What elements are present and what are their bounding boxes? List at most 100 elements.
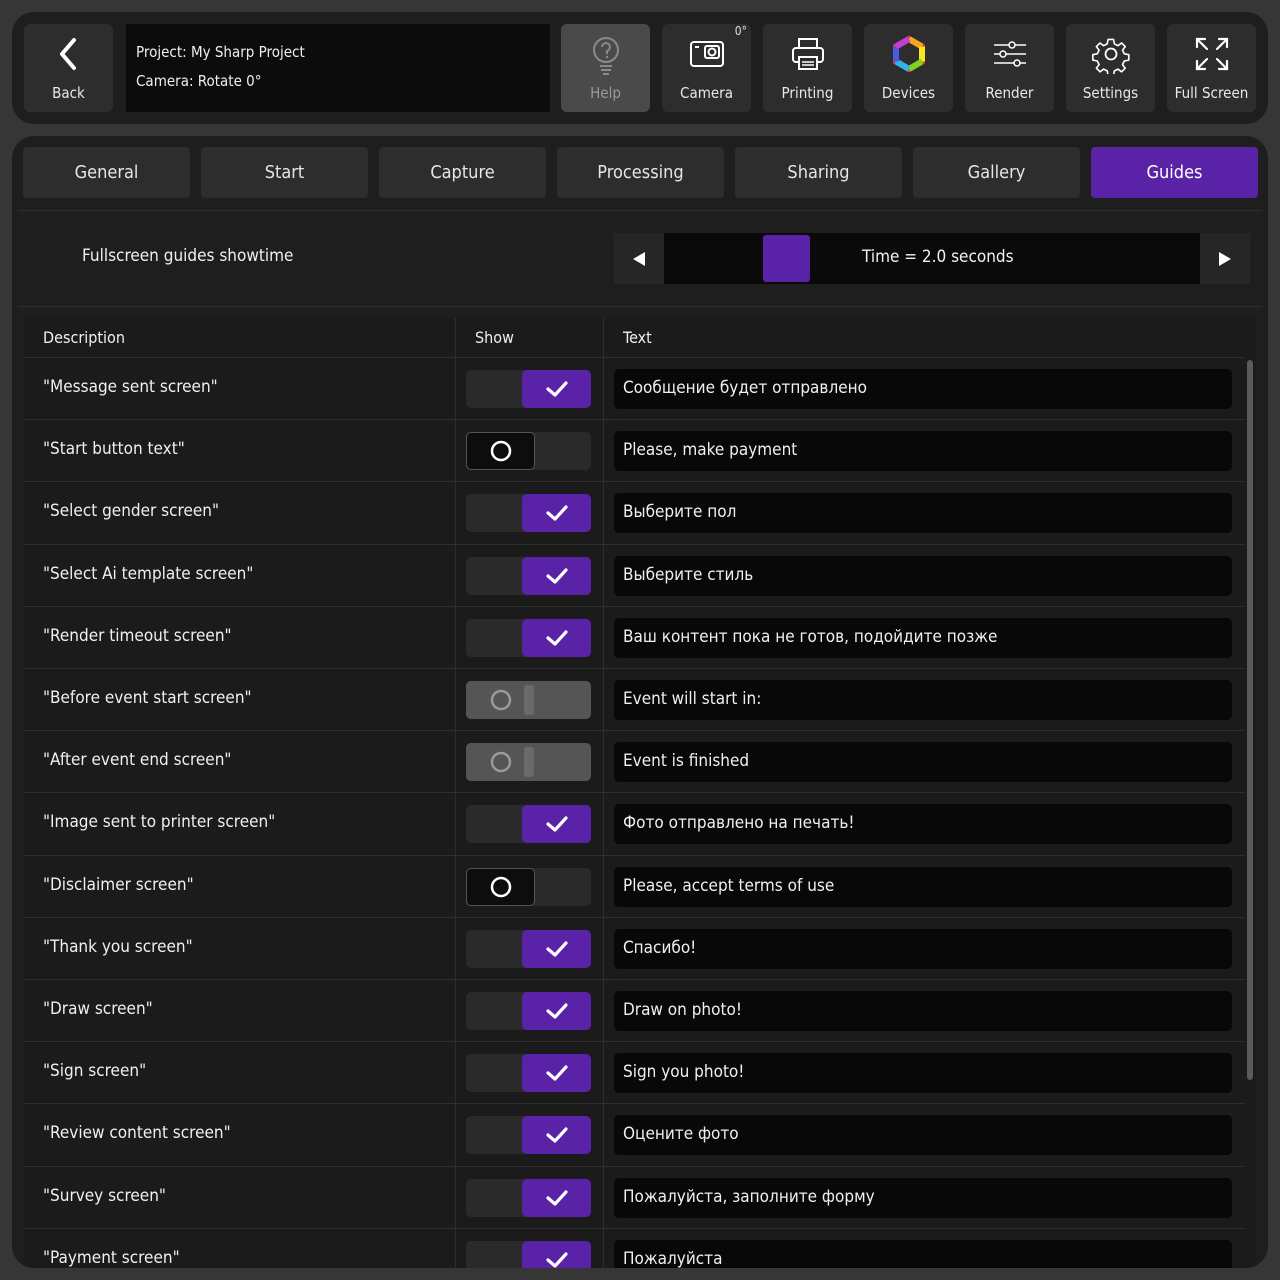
table-row: "Disclaimer screen" Please, accept terms … xyxy=(23,854,1245,917)
tab-capture[interactable]: Capture xyxy=(379,147,546,198)
printing-button[interactable]: Printing xyxy=(763,24,852,112)
show-toggle[interactable] xyxy=(466,992,591,1030)
row-description: "Message sent screen" xyxy=(43,377,218,397)
show-toggle[interactable] xyxy=(466,1240,591,1268)
show-toggle[interactable] xyxy=(466,929,591,968)
show-toggle[interactable] xyxy=(466,556,591,595)
table-row: "Draw screen" Draw on photo! xyxy=(23,979,1245,1041)
guide-text-input[interactable]: Фото отправлено на печать! xyxy=(614,804,1232,845)
checkmark-icon xyxy=(545,1065,568,1081)
tab-processing[interactable]: Processing xyxy=(557,147,724,198)
table-row: "Sign screen" Sign you photo! xyxy=(23,1041,1245,1103)
lightbulb-help-icon xyxy=(592,37,619,75)
guide-text-input[interactable]: Пожалуйста xyxy=(614,1239,1232,1268)
toggle-knob xyxy=(522,805,591,844)
guide-text-input[interactable]: Please, make payment xyxy=(614,431,1232,472)
gear-icon xyxy=(1091,38,1130,74)
guide-text-input[interactable]: Ваш контент пока не готов, подойдите поз… xyxy=(614,617,1232,658)
table-row: "Review content screen" Оцените фото xyxy=(23,1103,1245,1165)
printer-icon xyxy=(791,38,824,70)
show-toggle[interactable] xyxy=(466,867,591,906)
show-toggle[interactable] xyxy=(466,805,591,844)
project-name: Project: My Sharp Project xyxy=(136,43,305,61)
row-description: "Draw screen" xyxy=(43,999,153,1019)
guide-text-input[interactable]: Sign you photo! xyxy=(614,1053,1232,1094)
settings-label: Settings xyxy=(1082,84,1139,102)
sliders-icon xyxy=(993,41,1026,67)
table-row: "Survey screen" Пожалуйста, заполните фор… xyxy=(23,1165,1245,1228)
tab-general[interactable]: General xyxy=(23,147,190,198)
top-toolbar: Back Project: My Sharp Project Camera: R… xyxy=(12,12,1268,124)
row-description: "Before event start screen" xyxy=(43,688,252,708)
back-button[interactable]: Back xyxy=(24,24,113,112)
show-toggle[interactable] xyxy=(466,1178,591,1217)
circle-icon xyxy=(490,876,511,897)
render-button[interactable]: Render xyxy=(965,24,1054,112)
toggle-knob xyxy=(466,432,535,471)
tab-guides[interactable]: Guides xyxy=(1091,147,1258,198)
slider-thumb[interactable] xyxy=(763,235,810,282)
checkmark-icon xyxy=(545,1003,568,1019)
back-label: Back xyxy=(52,84,85,102)
help-button[interactable]: Help xyxy=(561,24,650,112)
show-toggle[interactable] xyxy=(466,494,591,533)
slider-decrease-button[interactable] xyxy=(614,233,664,284)
camera-rotation-badge: 0° xyxy=(734,24,747,38)
show-toggle[interactable] xyxy=(466,432,591,471)
row-description: "Select Ai template screen" xyxy=(43,563,254,584)
camera-label: Camera xyxy=(680,84,733,102)
tab-sharing[interactable]: Sharing xyxy=(735,147,902,198)
toggle-knob xyxy=(522,1054,591,1093)
settings-button[interactable]: Settings xyxy=(1066,24,1155,112)
guide-text-input[interactable]: Выберите стиль xyxy=(614,555,1232,596)
guide-text-input[interactable]: Draw on photo! xyxy=(614,991,1232,1031)
table-row: "Start button text" Please, make payment xyxy=(23,419,1245,481)
showtime-slider[interactable]: Time = 2.0 seconds xyxy=(614,233,1250,284)
show-toggle[interactable] xyxy=(466,1054,591,1093)
row-description: "Sign screen" xyxy=(43,1061,147,1082)
guide-text-input[interactable]: Event will start in: xyxy=(614,680,1232,720)
toggle-knob xyxy=(522,618,591,657)
camera-button[interactable]: 0° Camera xyxy=(662,24,751,112)
row-description: "Thank you screen" xyxy=(43,936,193,957)
row-description: "Start button text" xyxy=(43,439,185,460)
tab-start[interactable]: Start xyxy=(201,147,368,198)
divider xyxy=(18,210,1262,211)
toggle-knob xyxy=(522,929,591,968)
guide-text-input[interactable]: Сообщение будет отправлено xyxy=(614,369,1232,409)
table-row: "Select Ai template screen" Выберите стил… xyxy=(23,543,1245,606)
circle-icon xyxy=(490,751,511,773)
show-toggle-disabled xyxy=(466,681,591,719)
checkmark-icon xyxy=(545,505,568,521)
checkmark-icon xyxy=(545,630,568,646)
devices-label: Devices xyxy=(881,84,936,102)
row-description: "Render timeout screen" xyxy=(43,625,232,646)
header-description: Description xyxy=(43,328,125,347)
circle-icon xyxy=(490,440,511,462)
scrollbar[interactable] xyxy=(1247,360,1253,1080)
triangle-right-icon xyxy=(1219,251,1231,266)
guide-text-input[interactable]: Event is finished xyxy=(614,742,1232,783)
table-row: "Thank you screen" Спасибо! xyxy=(23,916,1245,979)
guide-text-input[interactable]: Выберите пол xyxy=(614,493,1232,534)
guide-text-input[interactable]: Please, accept terms of use xyxy=(614,866,1232,907)
divider xyxy=(18,306,1262,307)
header-text: Text xyxy=(623,328,652,347)
guide-text-input[interactable]: Спасибо! xyxy=(614,928,1232,969)
fullscreen-button[interactable]: Full Screen xyxy=(1167,24,1256,112)
show-toggle[interactable] xyxy=(466,618,591,657)
printing-label: Printing xyxy=(781,84,834,102)
table-row: "Image sent to printer screen" Фото отпра… xyxy=(23,792,1245,854)
guide-text-input[interactable]: Пожалуйста, заполните форму xyxy=(614,1177,1232,1218)
toggle-knob xyxy=(466,867,535,906)
checkmark-icon xyxy=(545,1127,568,1143)
show-toggle[interactable] xyxy=(466,370,591,408)
table-row: "Message sent screen" Сообщение будет отп… xyxy=(23,357,1245,419)
show-toggle[interactable] xyxy=(466,1116,591,1155)
devices-button[interactable]: Devices xyxy=(864,24,953,112)
tab-gallery[interactable]: Gallery xyxy=(913,147,1080,198)
guide-text-input[interactable]: Оцените фото xyxy=(614,1115,1232,1156)
row-description: "Payment screen" xyxy=(43,1247,180,1268)
slider-increase-button[interactable] xyxy=(1200,233,1250,284)
render-label: Render xyxy=(985,84,1034,102)
